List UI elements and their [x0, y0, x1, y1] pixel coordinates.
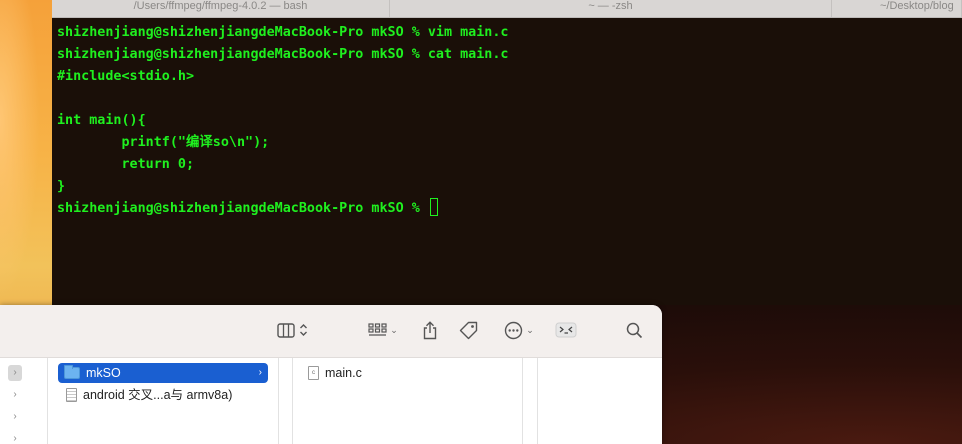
finder-columns: › › › › mkSO › android 交叉...a与 armv8a) c…	[0, 358, 662, 444]
list-item-file-main-c[interactable]: c main.c	[308, 363, 508, 383]
column-divider	[537, 358, 538, 444]
search-icon[interactable]	[624, 319, 644, 341]
finder-window[interactable]: ⌄ ⌄ › › › › mkSO › android 交叉...a与 armv8…	[0, 305, 662, 444]
list-item-label: main.c	[325, 366, 362, 380]
folder-icon	[64, 365, 80, 379]
column-divider	[47, 358, 48, 444]
terminal-line: }	[57, 179, 66, 194]
column-divider	[522, 358, 523, 444]
column-view-icon[interactable]	[272, 319, 312, 341]
terminal-icon[interactable]	[554, 319, 578, 341]
terminal-output[interactable]: shizhenjiang@shizhenjiangdeMacBook-Pro m…	[57, 22, 962, 305]
tag-icon[interactable]	[457, 319, 479, 341]
terminal-line: shizhenjiang@shizhenjiangdeMacBook-Pro m…	[57, 25, 509, 40]
terminal-tab-blog[interactable]: ~/Desktop/blog	[832, 0, 962, 17]
group-icon[interactable]: ⌄	[364, 319, 402, 341]
terminal-line: return 0;	[57, 157, 195, 172]
column-divider	[278, 358, 279, 444]
list-item-label: mkSO	[86, 366, 121, 380]
terminal-window[interactable]: /Users/ffmpeg/ffmpeg-4.0.2 — bash ~ — -z…	[52, 0, 962, 305]
chevron-right-icon[interactable]: ›	[8, 431, 22, 444]
list-item-document[interactable]: android 交叉...a与 armv8a)	[58, 385, 268, 405]
terminal-line: printf("编译so\n");	[57, 135, 270, 150]
list-item-folder-mkso[interactable]: mkSO ›	[58, 363, 268, 383]
share-icon[interactable]	[420, 319, 440, 341]
column-divider	[292, 358, 293, 444]
terminal-prompt-line[interactable]: shizhenjiang@shizhenjiangdeMacBook-Pro m…	[57, 198, 962, 220]
terminal-tab-zsh[interactable]: ~ — -zsh	[390, 0, 832, 17]
terminal-line: #include<stdio.h>	[57, 69, 195, 84]
chevron-right-icon[interactable]: ›	[8, 365, 22, 381]
terminal-tab-bar: /Users/ffmpeg/ffmpeg-4.0.2 — bash ~ — -z…	[52, 0, 962, 18]
terminal-prompt: shizhenjiang@shizhenjiangdeMacBook-Pro m…	[57, 201, 428, 216]
finder-toolbar: ⌄ ⌄	[0, 305, 662, 358]
more-actions-icon[interactable]: ⌄	[500, 319, 538, 341]
chevron-right-icon[interactable]: ›	[8, 409, 22, 425]
terminal-cursor	[429, 198, 438, 216]
terminal-tab-bash[interactable]: /Users/ffmpeg/ffmpeg-4.0.2 — bash	[52, 0, 390, 17]
terminal-line: shizhenjiang@shizhenjiangdeMacBook-Pro m…	[57, 47, 509, 62]
chevron-down-icon: ⌄	[526, 324, 534, 335]
terminal-line: int main(){	[57, 113, 146, 128]
chevron-down-icon: ⌄	[390, 324, 398, 335]
chevron-right-icon: ›	[258, 367, 262, 378]
list-item-label: android 交叉...a与 armv8a)	[83, 388, 233, 402]
document-icon	[66, 388, 77, 402]
chevron-right-icon[interactable]: ›	[8, 387, 22, 403]
c-file-icon: c	[308, 366, 319, 380]
